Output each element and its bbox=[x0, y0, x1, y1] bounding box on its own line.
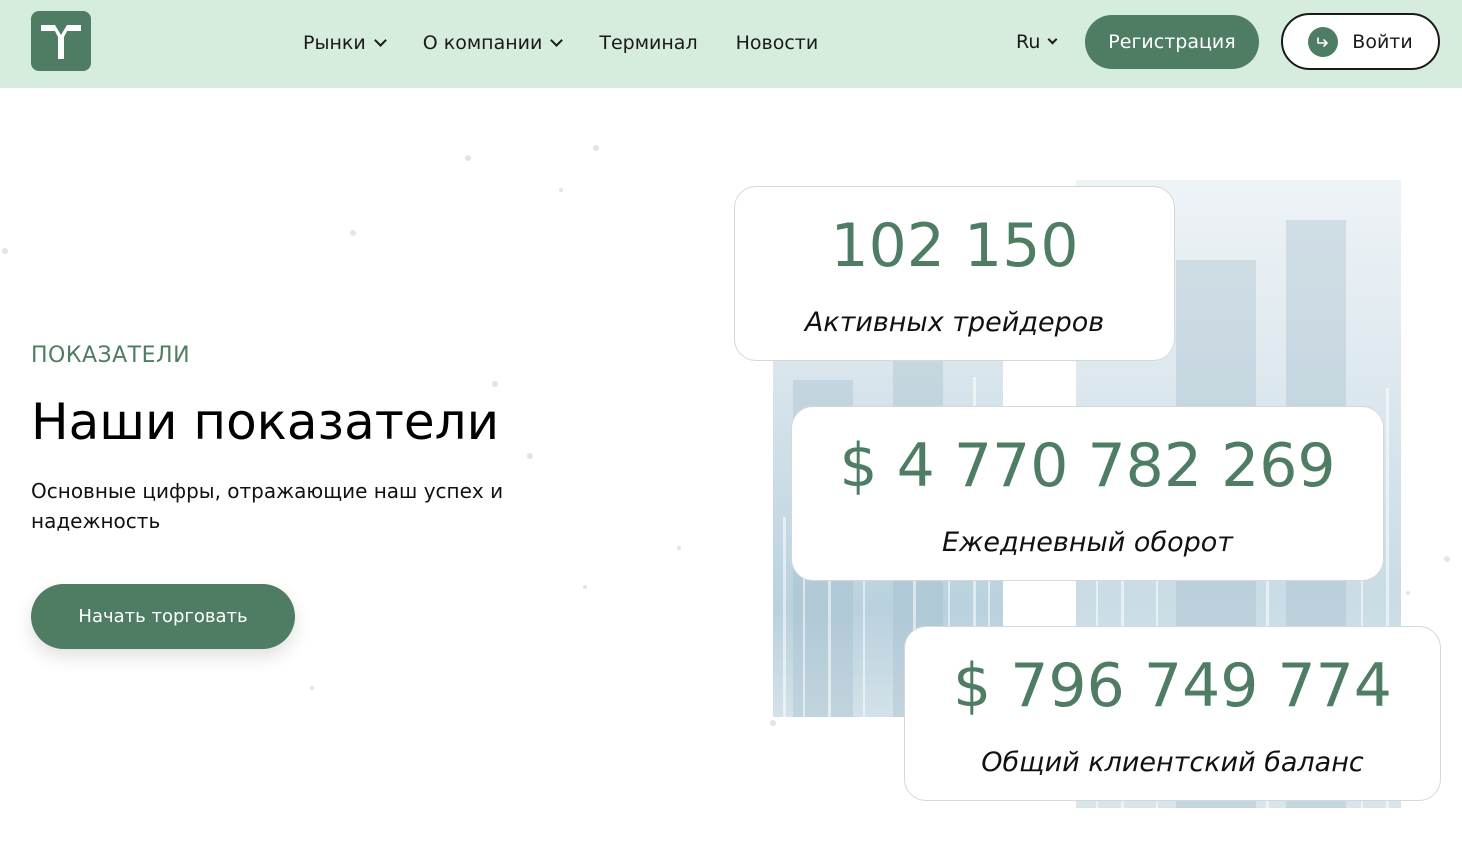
chevron-down-icon bbox=[1047, 34, 1058, 45]
nav-item-label: О компании bbox=[422, 32, 543, 54]
nav-item-terminal[interactable]: Терминал bbox=[599, 32, 697, 54]
login-label: Войти bbox=[1352, 30, 1413, 53]
chevron-down-icon bbox=[373, 33, 387, 47]
nav-item-about[interactable]: О компании bbox=[422, 32, 564, 54]
nav-item-news[interactable]: Новости bbox=[736, 32, 819, 54]
login-button[interactable]: Войти bbox=[1281, 13, 1440, 70]
decor-dot bbox=[310, 686, 314, 690]
decor-dot bbox=[1444, 556, 1450, 562]
nav-item-label: Рынки bbox=[303, 32, 366, 54]
decor-dot bbox=[1406, 591, 1410, 595]
section-eyebrow: ПОКАЗАТЕЛИ bbox=[31, 343, 191, 368]
chevron-down-icon bbox=[550, 33, 564, 47]
stat-card-turnover: $ 4 770 782 269 Ежедневный оборот bbox=[791, 406, 1384, 581]
page-title: Наши показатели bbox=[31, 393, 500, 451]
stat-value: 102 150 bbox=[830, 211, 1079, 281]
logo-icon[interactable] bbox=[31, 11, 91, 71]
main-nav: Рынки О компании Терминал Новости bbox=[303, 30, 856, 56]
decor-dot bbox=[492, 381, 498, 387]
top-navbar: Рынки О компании Терминал Новости Ru Рег… bbox=[0, 0, 1462, 88]
stat-value: $ 4 770 782 269 bbox=[839, 431, 1336, 501]
stat-card-balance: $ 796 749 774 Общий клиентский баланс bbox=[904, 626, 1441, 801]
start-trading-button[interactable]: Начать торговать bbox=[31, 584, 295, 649]
decor-dot bbox=[2, 248, 8, 254]
stat-label: Общий клиентский баланс bbox=[981, 747, 1364, 778]
nav-item-label: Терминал bbox=[599, 32, 698, 54]
decor-dot bbox=[465, 155, 471, 161]
decor-dot bbox=[593, 145, 599, 151]
decor-dot bbox=[583, 585, 587, 589]
stat-label: Ежедневный оборот bbox=[941, 527, 1233, 558]
decor-dot bbox=[559, 188, 563, 192]
language-selector[interactable]: Ru bbox=[1016, 31, 1058, 53]
decor-dot bbox=[350, 230, 356, 236]
language-label: Ru bbox=[1016, 31, 1041, 53]
section-subtitle: Основные цифры, отражающие наш успех и н… bbox=[31, 479, 504, 533]
login-arrow-icon bbox=[1308, 26, 1339, 57]
nav-item-label: Новости bbox=[735, 32, 819, 54]
stat-label: Активных трейдеров bbox=[804, 307, 1105, 338]
decor-dot bbox=[677, 546, 681, 550]
decor-dot bbox=[770, 720, 776, 726]
stat-card-traders: 102 150 Активных трейдеров bbox=[734, 186, 1175, 361]
register-button[interactable]: Регистрация bbox=[1085, 15, 1259, 69]
decor-dot bbox=[527, 453, 533, 459]
stat-value: $ 796 749 774 bbox=[953, 651, 1392, 721]
nav-item-markets[interactable]: Рынки bbox=[303, 32, 387, 54]
